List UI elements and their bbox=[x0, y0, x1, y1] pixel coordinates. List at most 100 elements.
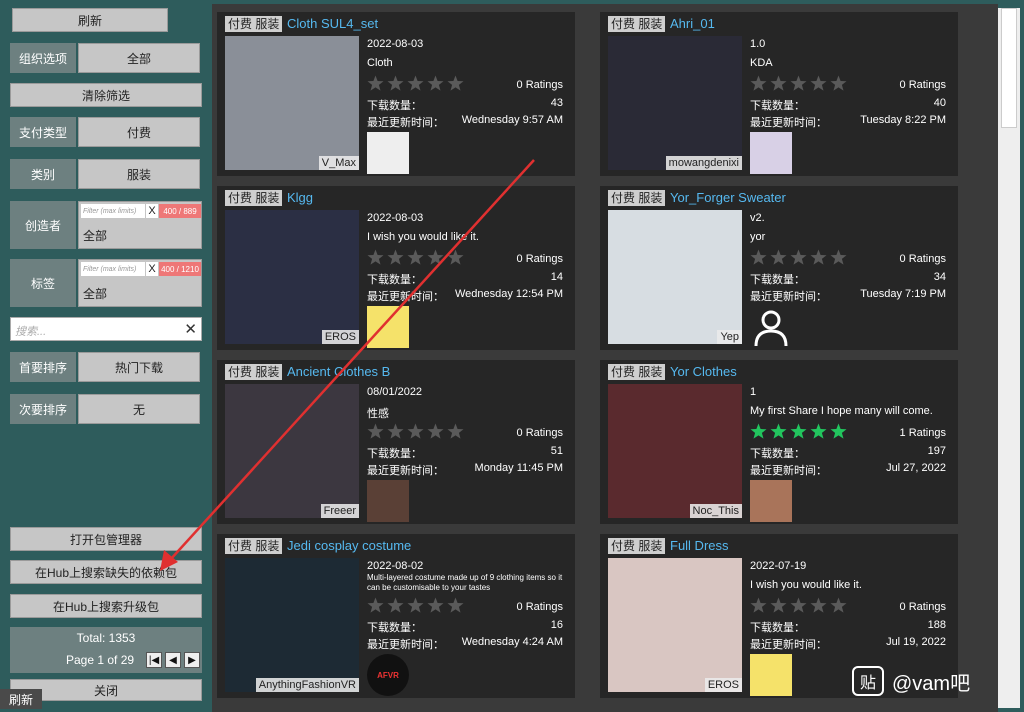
tag-clear-button[interactable]: X bbox=[146, 262, 158, 276]
package-title[interactable]: Ancient Clothes B bbox=[287, 364, 390, 380]
rating-star-icon[interactable] bbox=[790, 597, 807, 614]
first-page-icon[interactable]: |◀ bbox=[146, 652, 162, 668]
rating-stars[interactable] bbox=[367, 249, 464, 266]
prev-page-icon[interactable]: ◀ bbox=[165, 652, 181, 668]
rating-star-icon[interactable] bbox=[790, 423, 807, 440]
tag-select[interactable]: 全部 bbox=[79, 280, 201, 306]
package-title[interactable]: Ahri_01 bbox=[670, 16, 715, 32]
package-card[interactable]: 付费 服装 Ahri_01 mowangdenixi 1.0 KDA 0 Rat… bbox=[600, 12, 958, 176]
creator-clear-button[interactable]: X bbox=[146, 204, 158, 218]
package-thumbnail[interactable]: EROS bbox=[608, 558, 742, 692]
rating-stars[interactable] bbox=[750, 597, 847, 614]
creator-select[interactable]: 全部 bbox=[79, 222, 201, 248]
rating-star-icon[interactable] bbox=[810, 597, 827, 614]
rating-star-icon[interactable] bbox=[367, 597, 384, 614]
creator-name[interactable]: EROS bbox=[321, 330, 359, 344]
rating-star-icon[interactable] bbox=[790, 75, 807, 92]
package-thumbnail[interactable]: EROS bbox=[225, 210, 359, 344]
category-select[interactable]: 服装 bbox=[78, 159, 200, 189]
creator-name[interactable]: Yep bbox=[717, 330, 742, 344]
open-package-manager-button[interactable]: 打开包管理器 bbox=[10, 527, 202, 551]
package-title[interactable]: Yor_Forger Sweater bbox=[670, 190, 786, 206]
package-card[interactable]: 付费 服装 Ancient Clothes B Freeer 08/01/202… bbox=[217, 360, 575, 524]
rating-star-icon[interactable] bbox=[750, 75, 767, 92]
package-thumbnail[interactable]: mowangdenixi bbox=[608, 36, 742, 170]
rating-stars[interactable] bbox=[367, 597, 464, 614]
pay-type-select[interactable]: 付费 bbox=[78, 117, 200, 147]
creator-avatar[interactable] bbox=[750, 480, 792, 522]
creator-avatar[interactable] bbox=[367, 306, 409, 348]
creator-avatar[interactable] bbox=[367, 480, 409, 522]
package-card[interactable]: 付费 服装 Cloth SUL4_set V_Max 2022-08-03 Cl… bbox=[217, 12, 575, 176]
package-thumbnail[interactable]: AnythingFashionVR bbox=[225, 558, 359, 692]
rating-stars[interactable] bbox=[750, 423, 847, 440]
creator-avatar[interactable] bbox=[750, 132, 792, 174]
rating-star-icon[interactable] bbox=[387, 423, 404, 440]
rating-star-icon[interactable] bbox=[810, 423, 827, 440]
rating-star-icon[interactable] bbox=[427, 423, 444, 440]
package-thumbnail[interactable]: Noc_This bbox=[608, 384, 742, 518]
scroll-thumb[interactable] bbox=[1001, 8, 1017, 128]
tag-filter-input[interactable]: Filter (max limits) bbox=[81, 262, 145, 276]
rating-stars[interactable] bbox=[750, 249, 847, 266]
creator-avatar[interactable]: AFVR bbox=[367, 654, 409, 696]
rating-stars[interactable] bbox=[750, 75, 847, 92]
package-card[interactable]: 付费 服装 Jedi cosplay costume AnythingFashi… bbox=[217, 534, 575, 698]
rating-star-icon[interactable] bbox=[750, 423, 767, 440]
creator-name[interactable]: Noc_This bbox=[689, 504, 742, 518]
search-input[interactable]: 搜索... ✕ bbox=[10, 317, 202, 341]
rating-star-icon[interactable] bbox=[770, 75, 787, 92]
package-title[interactable]: Jedi cosplay costume bbox=[287, 538, 411, 554]
rating-star-icon[interactable] bbox=[407, 423, 424, 440]
rating-star-icon[interactable] bbox=[810, 249, 827, 266]
close-icon[interactable]: ✕ bbox=[184, 320, 197, 338]
creator-name[interactable]: EROS bbox=[704, 678, 742, 692]
package-title[interactable]: Cloth SUL4_set bbox=[287, 16, 378, 32]
creator-name[interactable]: Freeer bbox=[320, 504, 359, 518]
rating-star-icon[interactable] bbox=[447, 249, 464, 266]
package-card[interactable]: 付费 服装 Yor_Forger Sweater Yep v2. yor 0 R… bbox=[600, 186, 958, 350]
package-thumbnail[interactable]: V_Max bbox=[225, 36, 359, 170]
package-title[interactable]: Yor Clothes bbox=[670, 364, 737, 380]
next-page-icon[interactable]: ▶ bbox=[184, 652, 200, 668]
scrollbar[interactable] bbox=[998, 8, 1020, 708]
creator-name[interactable]: mowangdenixi bbox=[665, 156, 742, 170]
rating-star-icon[interactable] bbox=[830, 75, 847, 92]
creator-avatar[interactable] bbox=[750, 654, 792, 696]
creator-avatar[interactable] bbox=[750, 306, 792, 348]
secondary-sort-select[interactable]: 无 bbox=[78, 394, 200, 424]
rating-star-icon[interactable] bbox=[790, 249, 807, 266]
rating-stars[interactable] bbox=[367, 423, 464, 440]
rating-stars[interactable] bbox=[367, 75, 464, 92]
refresh-button[interactable]: 刷新 bbox=[12, 8, 168, 32]
creator-name[interactable]: V_Max bbox=[318, 156, 359, 170]
rating-star-icon[interactable] bbox=[407, 597, 424, 614]
rating-star-icon[interactable] bbox=[387, 249, 404, 266]
package-card[interactable]: 付费 服装 Klgg EROS 2022-08-03 I wish you wo… bbox=[217, 186, 575, 350]
rating-star-icon[interactable] bbox=[830, 423, 847, 440]
search-upgrades-button[interactable]: 在Hub上搜索升级包 bbox=[10, 594, 202, 618]
package-thumbnail[interactable]: Yep bbox=[608, 210, 742, 344]
package-thumbnail[interactable]: Freeer bbox=[225, 384, 359, 518]
rating-star-icon[interactable] bbox=[367, 75, 384, 92]
rating-star-icon[interactable] bbox=[387, 75, 404, 92]
rating-star-icon[interactable] bbox=[770, 597, 787, 614]
rating-star-icon[interactable] bbox=[367, 249, 384, 266]
package-card[interactable]: 付费 服装 Yor Clothes Noc_This 1 My first Sh… bbox=[600, 360, 958, 524]
org-options-select[interactable]: 全部 bbox=[78, 43, 200, 73]
primary-sort-select[interactable]: 热门下载 bbox=[78, 352, 200, 382]
rating-star-icon[interactable] bbox=[447, 597, 464, 614]
rating-star-icon[interactable] bbox=[770, 249, 787, 266]
refresh-corner-button[interactable]: 刷新 bbox=[0, 689, 42, 709]
clear-filters-button[interactable]: 清除筛选 bbox=[10, 83, 202, 107]
rating-star-icon[interactable] bbox=[830, 249, 847, 266]
package-title[interactable]: Klgg bbox=[287, 190, 313, 206]
rating-star-icon[interactable] bbox=[367, 423, 384, 440]
rating-star-icon[interactable] bbox=[387, 597, 404, 614]
creator-avatar[interactable] bbox=[367, 132, 409, 174]
rating-star-icon[interactable] bbox=[427, 75, 444, 92]
rating-star-icon[interactable] bbox=[830, 597, 847, 614]
rating-star-icon[interactable] bbox=[407, 249, 424, 266]
rating-star-icon[interactable] bbox=[750, 249, 767, 266]
rating-star-icon[interactable] bbox=[447, 75, 464, 92]
